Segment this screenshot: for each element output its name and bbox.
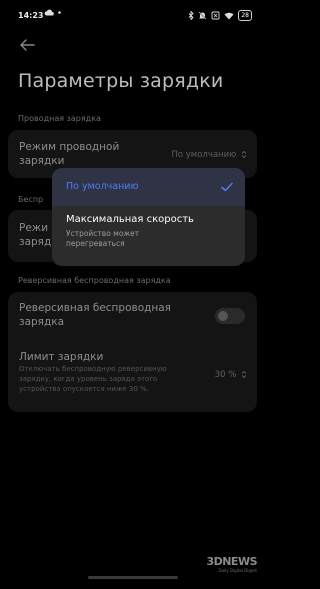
silent-icon [198, 11, 207, 20]
section-reverse-label: Реверсивная беспроводная зарядка [18, 276, 171, 285]
home-indicator[interactable] [88, 576, 178, 579]
section-wireless-label: Беспр [18, 195, 44, 204]
wired-mode-dropdown: По умолчанию Максимальная скорость Устро… [52, 168, 245, 266]
section-wired-label: Проводная зарядка [18, 114, 101, 123]
dropdown-option-max-speed-label: Максимальная скорость [66, 214, 194, 225]
reverse-toggle[interactable] [215, 308, 245, 324]
wireless-mode-title-1: Режи [19, 222, 49, 234]
battery-icon: 28 [238, 10, 252, 21]
up-down-chevron-icon [241, 150, 247, 159]
bluetooth-icon [189, 11, 194, 20]
watermark-logo: 3DNEWS Daily Digital Digest [206, 555, 257, 573]
wifi-icon [224, 12, 234, 19]
reverse-card: Реверсивная беспроводная зарядка Лимит з… [8, 292, 257, 412]
more-dots-icon [58, 11, 61, 14]
wired-mode-title: Режим проводной зарядки [19, 141, 120, 167]
up-down-chevron-icon [241, 370, 247, 379]
page-title: Параметры зарядки [18, 70, 224, 92]
limit-value[interactable]: 30 % [215, 370, 247, 380]
wired-mode-value: По умолчанию [171, 150, 247, 160]
status-bar: 14:23 28 [0, 0, 265, 32]
reverse-title: Реверсивная беспроводная зарядка [19, 302, 171, 328]
limit-description: Отключать беспроводную реверсивную заряд… [19, 365, 167, 393]
back-arrow-icon[interactable] [18, 37, 36, 53]
wireless-mode-title-2: заряд [19, 236, 52, 248]
dropdown-option-max-speed-desc: Устройство может перегреваться [66, 229, 140, 248]
status-time: 14:23 [18, 11, 44, 20]
dropdown-option-default-label: По умолчанию [66, 181, 139, 192]
cloud-icon [44, 9, 54, 16]
limit-title: Лимит зарядки [19, 351, 104, 363]
no-sim-icon [211, 11, 220, 20]
dropdown-option-default[interactable]: По умолчанию [52, 168, 245, 206]
checkmark-icon [221, 182, 233, 192]
toggle-knob [218, 311, 228, 321]
